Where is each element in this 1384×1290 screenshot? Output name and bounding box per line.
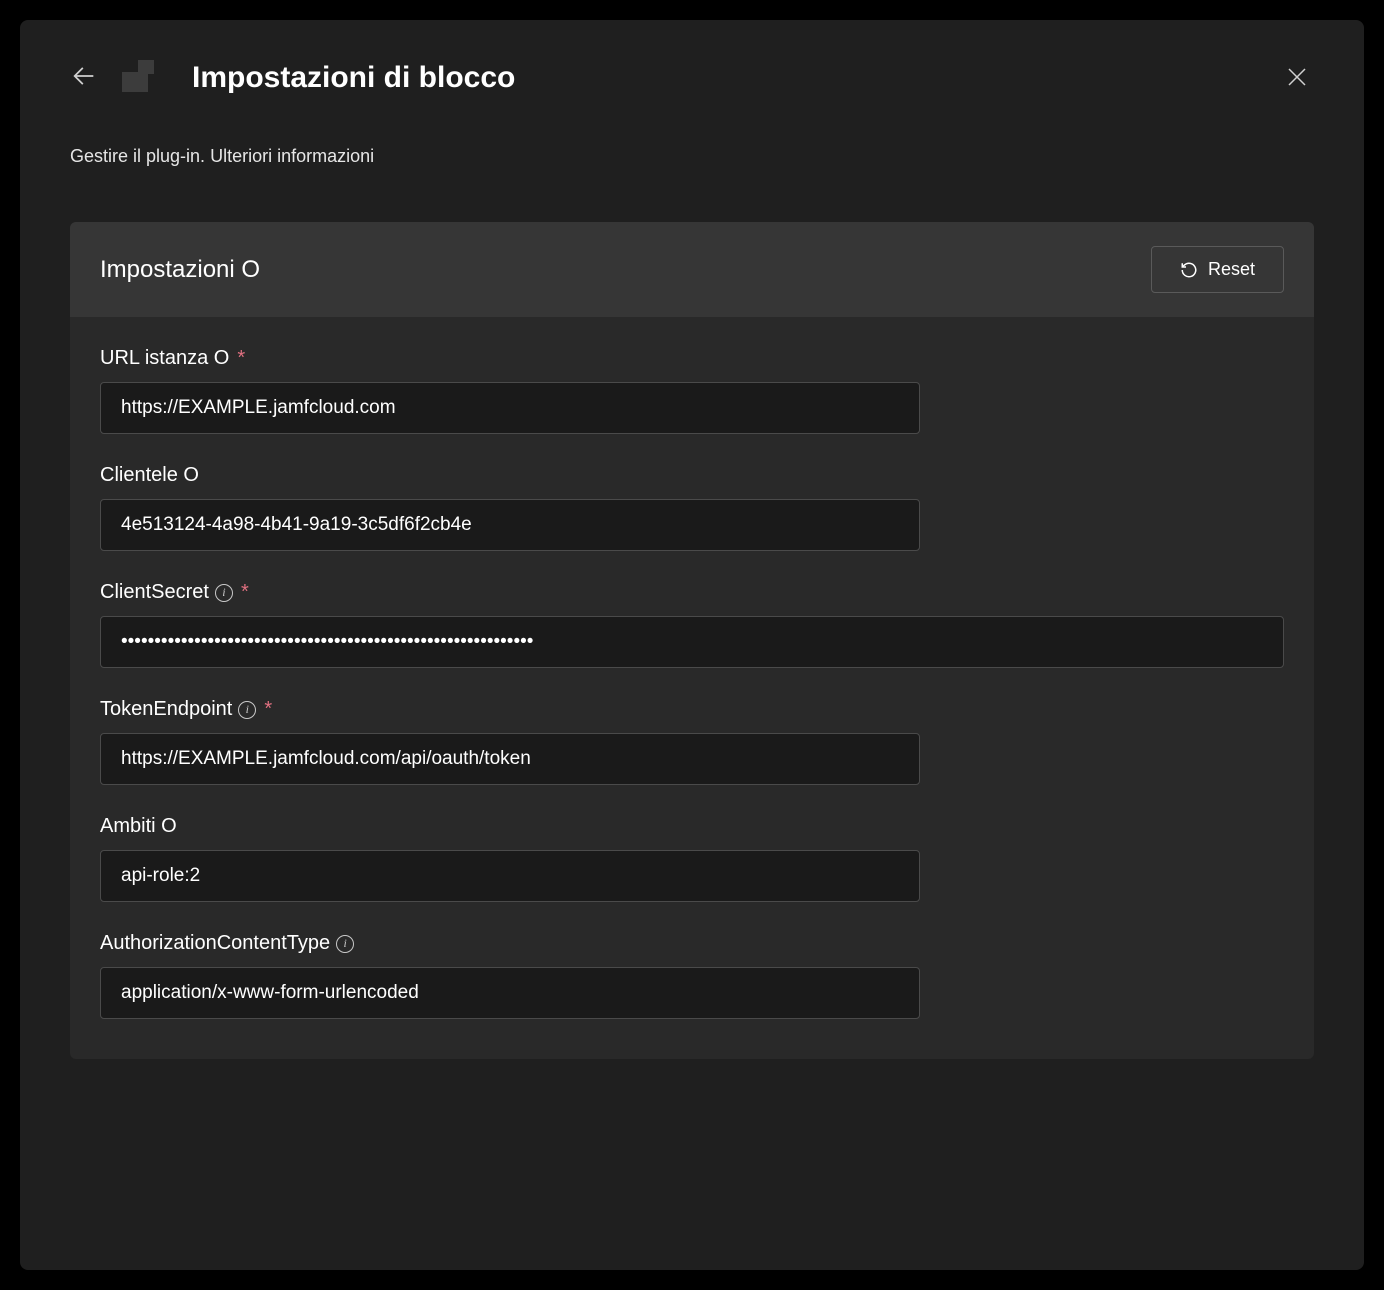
- required-marker: *: [241, 581, 249, 604]
- required-marker: *: [264, 698, 272, 721]
- page-title: Impostazioni di blocco: [192, 61, 515, 95]
- input-instance-url[interactable]: [100, 382, 920, 434]
- learn-more-link[interactable]: Ulteriori informazioni: [210, 146, 374, 166]
- info-icon[interactable]: i: [238, 701, 256, 719]
- settings-panel: Impostazioni di blocco Gestire il plug-i…: [20, 20, 1364, 1270]
- close-button[interactable]: [1285, 65, 1309, 94]
- label-scopes: Ambiti O: [100, 815, 1284, 838]
- field-scopes: Ambiti O: [100, 815, 1284, 902]
- info-icon[interactable]: i: [336, 935, 354, 953]
- card-body: URL istanza O* Clientele O ClientSecret …: [70, 317, 1314, 1059]
- close-icon: [1285, 65, 1309, 89]
- field-client-secret: ClientSecret i *: [100, 581, 1284, 668]
- subtitle-text: Gestire il plug-in.: [70, 146, 205, 166]
- reset-button[interactable]: Reset: [1151, 246, 1284, 293]
- arrow-left-icon: [70, 62, 98, 90]
- input-auth-content-type[interactable]: [100, 967, 920, 1019]
- field-auth-content-type: AuthorizationContentType i: [100, 932, 1284, 1019]
- field-instance-url: URL istanza O*: [100, 347, 1284, 434]
- input-client-secret[interactable]: [100, 616, 1284, 668]
- info-icon[interactable]: i: [215, 584, 233, 602]
- settings-card: Impostazioni O Reset URL istanza O* Clie…: [70, 222, 1314, 1059]
- input-scopes[interactable]: [100, 850, 920, 902]
- label-auth-content-type: AuthorizationContentType i: [100, 932, 1284, 955]
- plugin-logo-icon: [118, 60, 154, 96]
- label-token-endpoint: TokenEndpoint i *: [100, 698, 1284, 721]
- card-title: Impostazioni O: [100, 256, 260, 284]
- back-button[interactable]: [70, 62, 98, 95]
- panel-header: Impostazioni di blocco: [70, 60, 1314, 96]
- field-token-endpoint: TokenEndpoint i *: [100, 698, 1284, 785]
- input-client-id[interactable]: [100, 499, 920, 551]
- subtitle: Gestire il plug-in. Ulteriori informazio…: [70, 146, 1314, 167]
- input-token-endpoint[interactable]: [100, 733, 920, 785]
- card-header: Impostazioni O Reset: [70, 222, 1314, 317]
- reset-label: Reset: [1208, 259, 1255, 280]
- label-instance-url: URL istanza O*: [100, 347, 1284, 370]
- field-client-id: Clientele O: [100, 464, 1284, 551]
- reset-icon: [1180, 261, 1198, 279]
- label-client-secret: ClientSecret i *: [100, 581, 1284, 604]
- required-marker: *: [237, 347, 245, 370]
- label-client-id: Clientele O: [100, 464, 1284, 487]
